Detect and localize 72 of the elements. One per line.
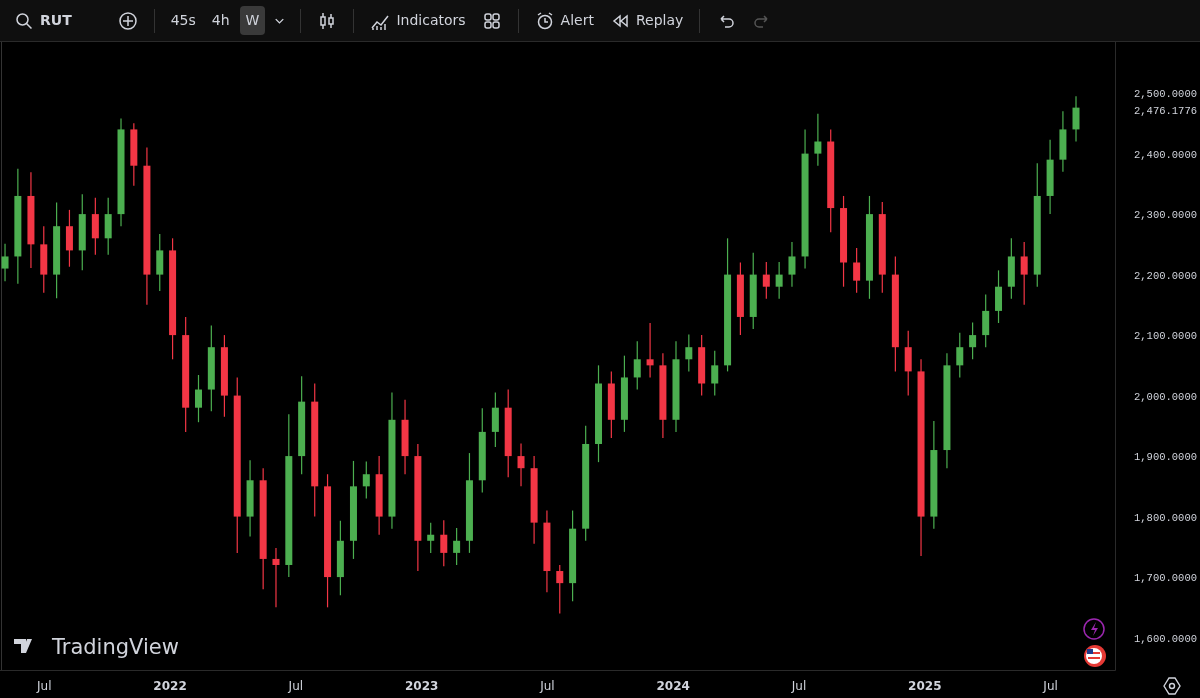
- replay-button[interactable]: Replay: [603, 6, 690, 35]
- candlestick: [156, 233, 164, 292]
- brand-name: TradingView: [52, 635, 179, 659]
- candlestick: [272, 547, 280, 608]
- grid-icon: [481, 10, 502, 31]
- time-axis-label: Jul: [540, 679, 555, 693]
- price-axis-label: 2,100.0000: [1134, 330, 1197, 343]
- candlestick: [104, 197, 112, 256]
- time-axis-label: Jul: [791, 679, 807, 693]
- indicators-button[interactable]: Indicators: [364, 6, 472, 35]
- candlestick: [904, 330, 912, 397]
- candlestick: [1020, 241, 1028, 306]
- candlestick: [982, 293, 990, 348]
- chevron-icon: [275, 17, 285, 24]
- candlestick: [969, 321, 977, 360]
- candlestick: [40, 225, 48, 294]
- candlestick: [711, 350, 719, 397]
- candlestick: [1059, 110, 1067, 173]
- settings-icon[interactable]: [1163, 677, 1181, 695]
- price-axis-label: 2,400.0000: [1134, 148, 1197, 161]
- candlestick: [762, 261, 770, 300]
- flag-icon[interactable]: [1084, 645, 1106, 667]
- candlestick: [556, 564, 564, 614]
- interval-button[interactable]: 45s: [164, 6, 202, 35]
- time-axis-label: 2024: [656, 679, 690, 693]
- price-axis-label: 1,600.0000: [1134, 632, 1197, 645]
- candlestick: [633, 340, 641, 391]
- candlestick: [517, 442, 525, 487]
- candlestick: [440, 519, 448, 567]
- time-axis-label: Jul: [288, 679, 304, 693]
- candlestick: [65, 209, 73, 268]
- candlestick: [491, 391, 499, 448]
- time-axis-label: 2022: [153, 679, 187, 693]
- candlestick: [698, 334, 706, 397]
- candlestick: [775, 261, 783, 300]
- candlestick: [362, 460, 370, 500]
- candlestick: [607, 370, 615, 439]
- candlestick: [853, 247, 861, 294]
- interval-button[interactable]: W: [239, 6, 266, 35]
- price-axis-label: 1,800.0000: [1134, 511, 1197, 524]
- candlestick: [646, 322, 654, 379]
- time-axis-label: Jul: [1043, 679, 1058, 693]
- time-axis-label: 2025: [908, 679, 942, 693]
- interval-button[interactable]: 4h: [205, 6, 236, 35]
- candlestick: [1007, 237, 1015, 300]
- candlestick: [685, 333, 693, 372]
- time-axis-label: 2023: [404, 679, 439, 693]
- search-icon: [14, 10, 34, 31]
- lightning-icon[interactable]: [1083, 618, 1105, 640]
- current-price-label: 2,476.1776: [1134, 104, 1197, 117]
- price-axis-label: 1,700.0000: [1134, 572, 1197, 585]
- price-axis-label: 2,300.0000: [1134, 209, 1197, 222]
- candlestick: [427, 522, 435, 554]
- price-axis-label: 2,000.0000: [1134, 390, 1197, 403]
- time-axis-label: Jul: [37, 679, 52, 693]
- candlestick: [91, 197, 99, 256]
- add-icon: [117, 10, 138, 31]
- candlestick: [814, 113, 822, 167]
- candlestick: [195, 374, 202, 423]
- candlestick: [995, 269, 1002, 324]
- candlestick: [130, 122, 138, 187]
- candlestick: [453, 527, 461, 566]
- candlestick: [1072, 95, 1080, 143]
- alert-button[interactable]: Alert: [528, 6, 600, 35]
- candlestick: [956, 332, 964, 379]
- candlestick: [788, 241, 796, 288]
- price-axis-label: 2,200.0000: [1134, 269, 1197, 282]
- logo-icon: [14, 639, 32, 653]
- candlestick: [1, 243, 9, 282]
- price-axis-label: 1,900.0000: [1134, 451, 1197, 464]
- price-axis-label: 2,500.0000: [1134, 88, 1197, 101]
- symbol-search-button[interactable]: RUT: [8, 6, 78, 35]
